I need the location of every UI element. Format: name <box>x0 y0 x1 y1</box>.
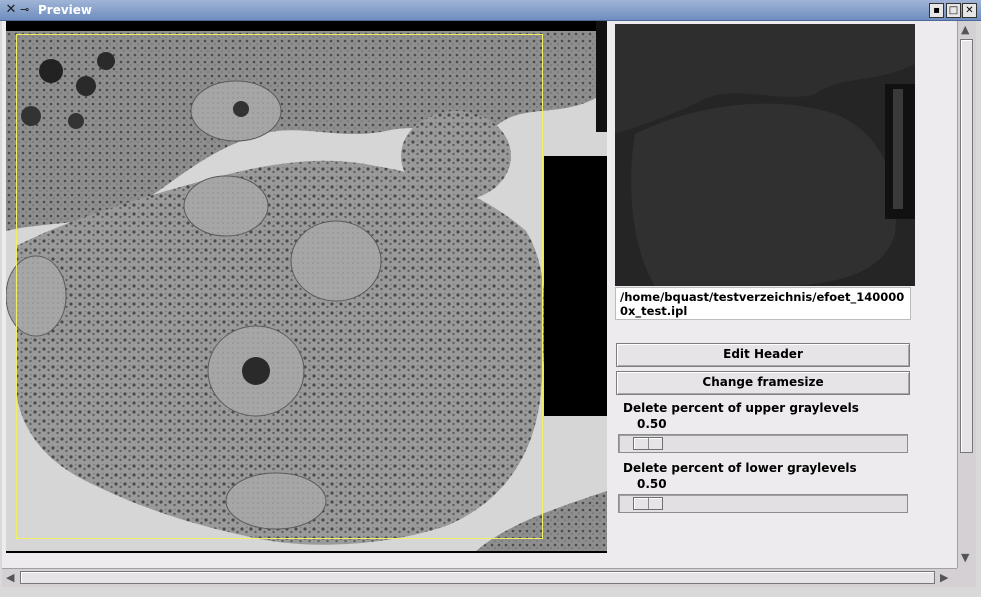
frame-size-rectangle[interactable] <box>16 34 543 539</box>
upper-graylevels-slider[interactable] <box>618 434 908 453</box>
vertical-scrollbar[interactable]: ▲ ▼ <box>957 21 976 568</box>
window-titlebar[interactable]: ✕ ⊸ Preview ▪ □ ✕ <box>0 0 981 21</box>
scroll-up-icon[interactable]: ▲ <box>961 24 969 36</box>
pin-icon[interactable]: ⊸ <box>20 2 34 18</box>
window-bottom-border <box>0 587 981 597</box>
horizontal-scroll-thumb[interactable] <box>20 571 935 584</box>
change-framesize-button[interactable]: Change framesize <box>616 371 910 395</box>
lower-graylevels-slider[interactable] <box>618 494 908 513</box>
scroll-right-icon[interactable]: ▶ <box>940 572 948 584</box>
vertical-scroll-thumb[interactable] <box>960 39 973 453</box>
horizontal-scrollbar[interactable]: ◀ ▶ <box>2 568 957 587</box>
scrollbar-corner <box>957 568 976 587</box>
close-icon[interactable]: ✕ <box>962 3 977 18</box>
upper-graylevels-value: 0.50 <box>637 417 667 431</box>
minimize-icon[interactable]: ▪ <box>929 3 944 18</box>
x-window-icon[interactable]: ✕ <box>3 2 19 18</box>
upper-graylevels-label: Delete percent of upper graylevels <box>623 401 859 415</box>
scroll-left-icon[interactable]: ◀ <box>6 572 14 584</box>
slider-thumb[interactable] <box>633 497 663 510</box>
maximize-icon[interactable]: □ <box>946 3 961 18</box>
lower-graylevels-label: Delete percent of lower graylevels <box>623 461 857 475</box>
edit-header-button[interactable]: Edit Header <box>616 343 910 367</box>
preview-client-area: /home/bquast/testverzeichnis/efoet_14000… <box>2 21 957 568</box>
thumbnail-preview[interactable] <box>615 24 915 286</box>
thumbnail-image <box>615 24 915 286</box>
window-title: Preview <box>38 3 93 17</box>
slider-thumb[interactable] <box>633 437 663 450</box>
file-path-display: /home/bquast/testverzeichnis/efoet_14000… <box>615 287 911 320</box>
scroll-down-icon[interactable]: ▼ <box>961 552 969 564</box>
missing-tile-region <box>544 156 607 416</box>
main-image-view[interactable] <box>6 21 607 553</box>
lower-graylevels-value: 0.50 <box>637 477 667 491</box>
missing-tile-region <box>596 21 607 132</box>
